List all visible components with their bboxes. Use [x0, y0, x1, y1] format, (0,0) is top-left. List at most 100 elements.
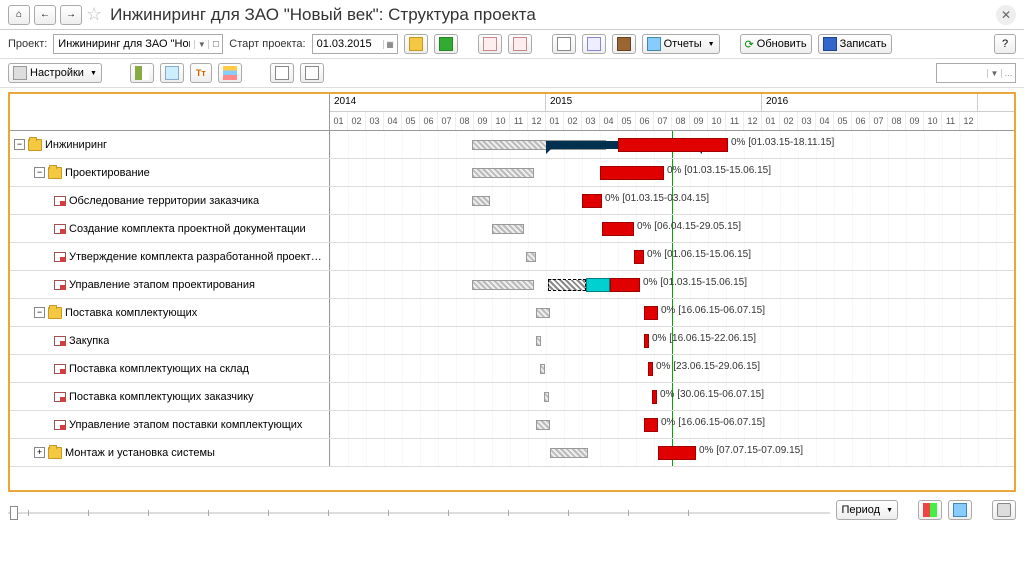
right-combo-input[interactable] [937, 64, 987, 82]
refresh-button[interactable]: ⟳Обновить [740, 34, 812, 54]
chart-button[interactable] [582, 34, 606, 54]
favorite-star-icon[interactable]: ☆ [86, 4, 102, 25]
close-button[interactable]: ✕ [996, 5, 1016, 25]
tree-cell[interactable]: Поставка комплектующих заказчику [10, 383, 330, 410]
gantt-row[interactable]: Управление этапом поставки комплектующих… [10, 411, 1014, 439]
gantt-row[interactable]: Поставка комплектующих на склад 0% [23.06… [10, 355, 1014, 383]
hierarchy-button[interactable] [218, 63, 242, 83]
book-button[interactable] [612, 34, 636, 54]
gantt-bar[interactable]: 0% [01.03.15-03.04.15] [582, 194, 602, 208]
text-button[interactable]: Tт [190, 63, 212, 83]
gantt-bar[interactable]: 0% [16.06.15-06.07.15] [644, 418, 658, 432]
tree-cell[interactable]: Создание комплекта проектной документаци… [10, 215, 330, 242]
bar-cell[interactable]: 0% [07.07.15-07.09.15] [330, 439, 1014, 466]
bar-cell[interactable]: 0% [23.06.15-29.06.15] [330, 355, 1014, 382]
gantt-bar[interactable]: 0% [16.06.15-22.06.15] [644, 334, 649, 348]
gantt-bar[interactable] [472, 280, 534, 290]
gantt-row[interactable]: +Монтаж и установка системы 0% [07.07.15-… [10, 439, 1014, 467]
gantt-bar[interactable] [540, 364, 545, 374]
bar-cell[interactable]: 0% [16.06.15-06.07.15] [330, 299, 1014, 326]
gantt-bar[interactable]: 0% [06.04.15-29.05.15] [602, 222, 634, 236]
gantt-bar[interactable]: 0% [01.03.15-18.11.15] [618, 138, 728, 152]
back-button[interactable]: ← [34, 5, 56, 25]
project-input[interactable] [54, 35, 194, 53]
gantt-bar[interactable]: 0% [01.03.15-15.06.15] [600, 166, 664, 180]
bar-cell[interactable]: 0% [01.03.15-18.11.15] [330, 131, 1014, 158]
home-button[interactable]: ⌂ [8, 5, 30, 25]
bar-cell[interactable]: 0% [16.06.15-06.07.15] [330, 411, 1014, 438]
gantt-row[interactable]: Утверждение комплекта разработанной прое… [10, 243, 1014, 271]
tree-button[interactable] [130, 63, 154, 83]
expander-icon[interactable]: − [14, 139, 25, 150]
start-date-field[interactable]: ▦ [312, 34, 398, 54]
slider-thumb[interactable] [10, 506, 18, 520]
tree-cell[interactable]: Поставка комплектующих на склад [10, 355, 330, 382]
bar-cell[interactable]: 0% [01.03.15-15.06.15] [330, 271, 1014, 298]
gantt-bar[interactable] [550, 448, 588, 458]
gantt-row[interactable]: Поставка комплектующих заказчику 0% [30.0… [10, 383, 1014, 411]
gantt-row[interactable]: Закупка 0% [16.06.15-22.06.15] [10, 327, 1014, 355]
settings-button[interactable]: Настройки▼ [8, 63, 102, 83]
expander-icon[interactable]: − [34, 167, 45, 178]
gantt-bar[interactable]: 0% [23.06.15-29.06.15] [648, 362, 653, 376]
view1-button[interactable] [918, 500, 942, 520]
gantt-row[interactable]: Создание комплекта проектной документаци… [10, 215, 1014, 243]
bar-cell[interactable]: 0% [30.06.15-06.07.15] [330, 383, 1014, 410]
gantt-bar[interactable]: 0% [16.06.15-06.07.15] [644, 306, 658, 320]
gantt-row[interactable]: −Проектирование 0% [01.03.15-15.06.15] [10, 159, 1014, 187]
tree-cell[interactable]: Утверждение комплекта разработанной прое… [10, 243, 330, 270]
more-icon[interactable]: … [1001, 69, 1015, 78]
gantt-row[interactable]: −Поставка комплектующих 0% [16.06.15-06.0… [10, 299, 1014, 327]
tree-cell[interactable]: +Монтаж и установка системы [10, 439, 330, 466]
help-button[interactable]: ? [994, 34, 1016, 54]
edit-button[interactable] [552, 34, 576, 54]
gantt-bar[interactable] [492, 224, 524, 234]
gantt-bar[interactable] [548, 279, 586, 291]
tree-cell[interactable]: Управление этапом поставки комплектующих [10, 411, 330, 438]
gantt-row[interactable]: Обследование территории заказчика 0% [01.… [10, 187, 1014, 215]
gantt-bar[interactable] [472, 196, 490, 206]
calendar-icon[interactable]: ▦ [383, 40, 397, 49]
chevron-down-icon[interactable]: ▼ [194, 40, 208, 49]
expander-icon[interactable]: + [34, 447, 45, 458]
gantt-bar[interactable] [536, 336, 541, 346]
gantt-row[interactable]: Управление этапом проектирования0% [01.0… [10, 271, 1014, 299]
start-date-input[interactable] [313, 35, 383, 53]
right-combo[interactable]: ▼… [936, 63, 1016, 83]
gantt-bar[interactable] [536, 420, 550, 430]
save-button[interactable]: Записать [818, 34, 892, 54]
tree-cell[interactable]: Управление этапом проектирования [10, 271, 330, 298]
expander-icon[interactable]: − [34, 307, 45, 318]
bar-cell[interactable]: 0% [01.03.15-03.04.15] [330, 187, 1014, 214]
period-button[interactable]: Период▼ [836, 500, 898, 520]
zoom-slider[interactable] [8, 500, 830, 520]
bar-cell[interactable]: 0% [06.04.15-29.05.15] [330, 215, 1014, 242]
tree-cell[interactable]: −Поставка комплектующих [10, 299, 330, 326]
tree-cell[interactable]: −Проектирование [10, 159, 330, 186]
gantt-bar[interactable]: 0% [30.06.15-06.07.15] [652, 390, 657, 404]
expand-all-button[interactable] [270, 63, 294, 83]
add-green-button[interactable] [434, 34, 458, 54]
project-select[interactable]: ▼ ☐ [53, 34, 223, 54]
gantt-row[interactable]: −Инжиниринг 0% [01.03.15-18.11.15] [10, 131, 1014, 159]
chevron-down-icon[interactable]: ▼ [987, 69, 1001, 78]
open-dialog-icon[interactable]: ☐ [208, 40, 222, 49]
bar-cell[interactable]: 0% [01.06.15-15.06.15] [330, 243, 1014, 270]
doc2-button[interactable] [508, 34, 532, 54]
doc1-button[interactable] [478, 34, 502, 54]
reports-button[interactable]: Отчеты▼ [642, 34, 720, 54]
gantt-bar[interactable] [472, 168, 534, 178]
tree-cell[interactable]: Закупка [10, 327, 330, 354]
gantt-body[interactable]: −Инжиниринг 0% [01.03.15-18.11.15] −Проект… [10, 131, 1014, 490]
gantt-bar[interactable]: 0% [07.07.15-07.09.15] [658, 446, 696, 460]
bar-cell[interactable]: 0% [16.06.15-22.06.15] [330, 327, 1014, 354]
forward-button[interactable]: → [60, 5, 82, 25]
view2-button[interactable] [948, 500, 972, 520]
gantt-bar[interactable] [536, 308, 550, 318]
collapse-all-button[interactable] [300, 63, 324, 83]
gantt-bar[interactable] [544, 392, 549, 402]
tree-cell[interactable]: Обследование территории заказчика [10, 187, 330, 214]
tree-cell[interactable]: −Инжиниринг [10, 131, 330, 158]
bar-cell[interactable]: 0% [01.03.15-15.06.15] [330, 159, 1014, 186]
gantt-bar[interactable]: 0% [01.06.15-15.06.15] [634, 250, 644, 264]
